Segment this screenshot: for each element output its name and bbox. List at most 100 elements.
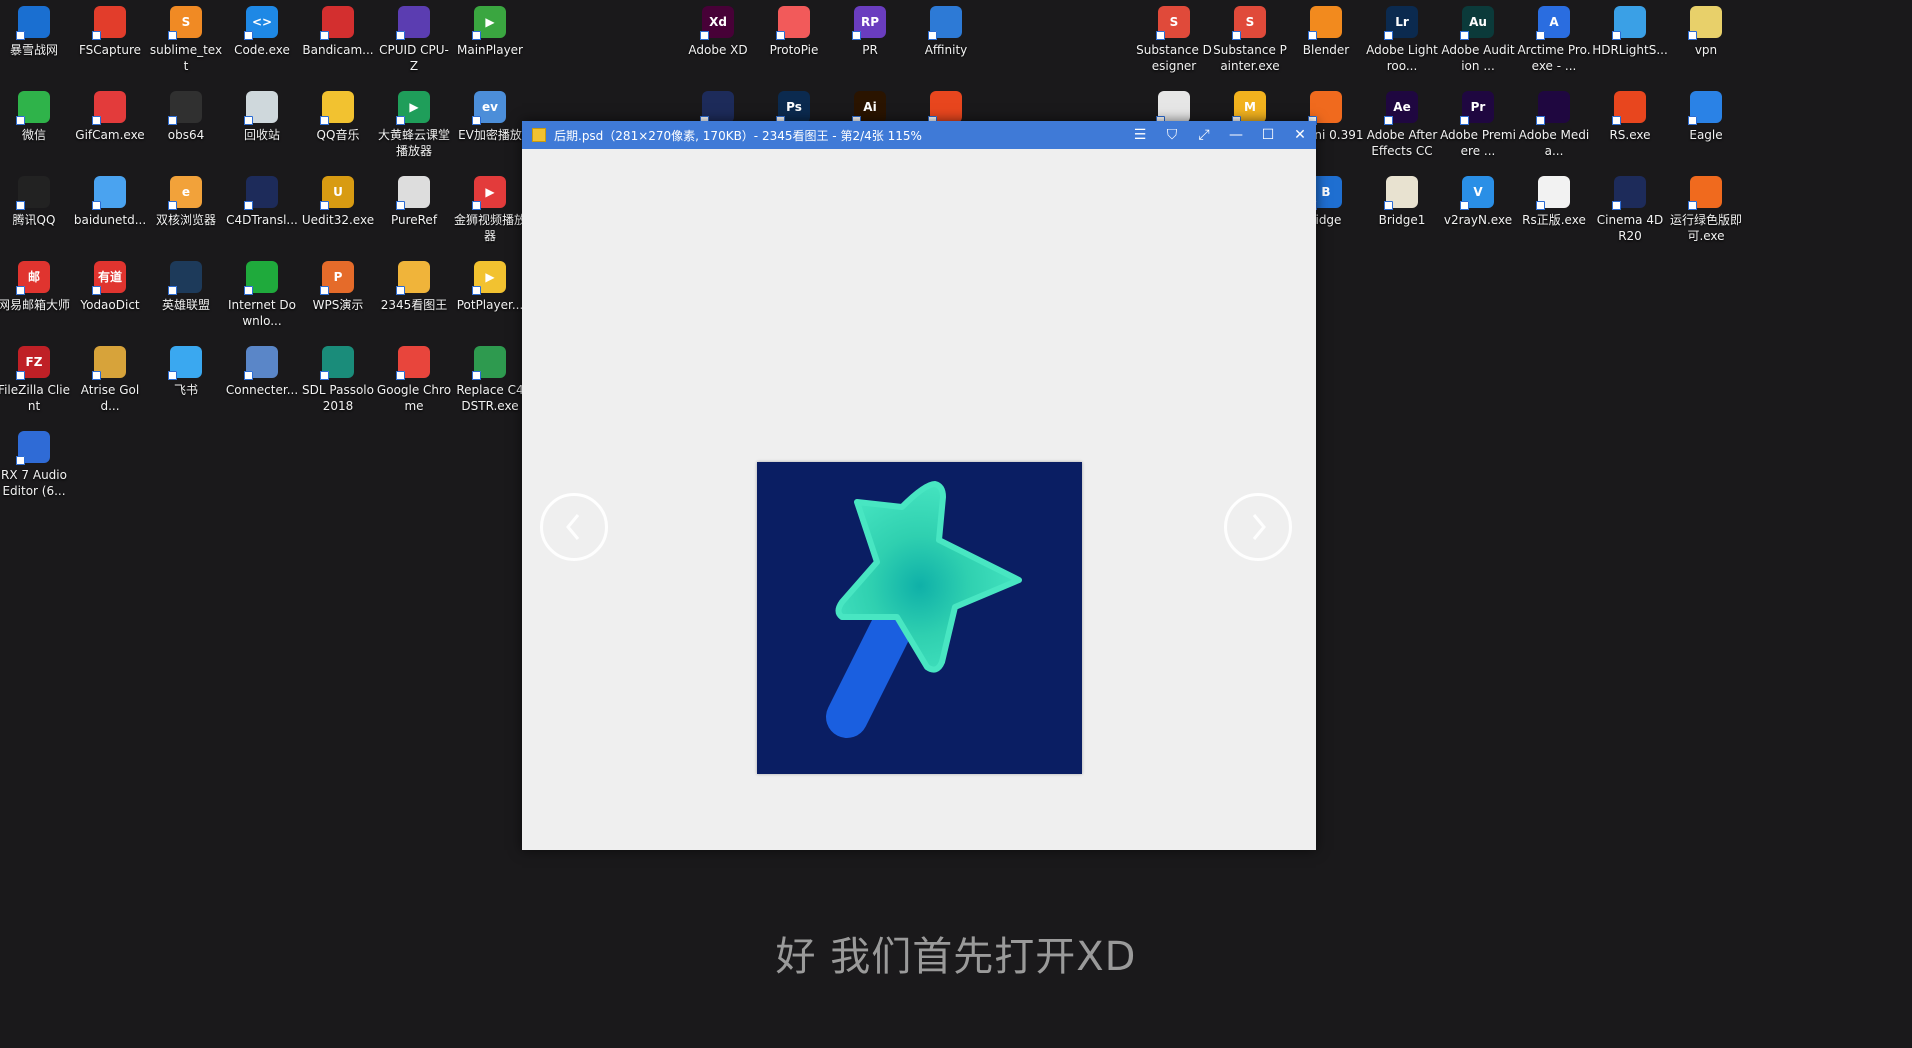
desktop-shortcut-label: 腾讯QQ (12, 213, 56, 227)
illustrator-partial-icon: Ai (852, 91, 886, 125)
bridge-file-icon (1384, 176, 1418, 210)
viewer-app-icon (532, 128, 546, 142)
desktop-shortcut[interactable]: A Arctime Pro.exe - ... (1516, 0, 1592, 74)
desktop-shortcut[interactable]: Cinema 4D R20 (1592, 168, 1668, 244)
desktop-shortcut[interactable]: ▶ MainPlayer (452, 0, 528, 58)
desktop-shortcut[interactable]: obs64 (148, 83, 224, 143)
desktop-shortcut-label: Adobe Lightroo... (1366, 43, 1438, 73)
desktop-shortcut[interactable]: Pr Adobe Premiere ... (1440, 83, 1516, 159)
desktop-shortcut[interactable]: Blender (1288, 0, 1364, 58)
desktop-shortcut[interactable]: e 双核浏览器 (148, 168, 224, 228)
desktop-shortcut[interactable]: 暴雪战网 (0, 0, 72, 58)
desktop-shortcut[interactable]: Atrise Gold... (72, 338, 148, 414)
menu-icon[interactable]: ☰ (1124, 121, 1156, 149)
viewer-titlebar[interactable]: 后期.psd（281×270像素, 170KB）- 2345看图王 - 第2/4… (522, 121, 1316, 149)
desktop-shortcut[interactable]: S Substance Designer (1136, 0, 1212, 74)
desktop-shortcut[interactable]: Bridge1 (1364, 168, 1440, 228)
battlenet-icon (16, 6, 50, 40)
desktop-shortcut-label: Adobe Audition ... (1441, 43, 1515, 73)
desktop-shortcut[interactable]: RS.exe (1592, 83, 1668, 143)
desktop-shortcut[interactable]: baidunetd... (72, 168, 148, 228)
desktop-shortcut[interactable]: 运行绿色版即可.exe (1668, 168, 1744, 244)
desktop-shortcut[interactable]: Au Adobe Audition ... (1440, 0, 1516, 74)
close-button[interactable]: ✕ (1284, 121, 1316, 149)
desktop-shortcut[interactable]: QQ音乐 (300, 83, 376, 143)
desktop-shortcut[interactable]: RP PR (832, 0, 908, 58)
desktop-shortcut[interactable]: Internet Downlo... (224, 253, 300, 329)
arctime-icon: A (1536, 6, 1570, 40)
desktop-shortcut[interactable]: FZ FileZilla Client (0, 338, 72, 414)
desktop-shortcut[interactable]: 微信 (0, 83, 72, 143)
desktop-shortcut-label: FSCapture (78, 43, 142, 57)
desktop-shortcut[interactable]: Eagle (1668, 83, 1744, 143)
desktop-shortcut[interactable]: U Uedit32.exe (300, 168, 376, 228)
desktop-shortcut[interactable]: 飞书 (148, 338, 224, 398)
desktop-shortcut[interactable]: Vv2rayN.exe (1440, 168, 1516, 228)
desktop-shortcut[interactable]: Affinity (908, 0, 984, 58)
desktop-shortcut-label: Blender (1302, 43, 1350, 57)
desktop-shortcut-label: vpn (1694, 43, 1718, 57)
desktop-shortcut-label: Adobe Premiere ... (1440, 128, 1516, 158)
filezilla-icon: FZ (16, 346, 50, 380)
desktop-shortcut-label: 金狮视频播放器 (453, 213, 526, 243)
desktop-shortcut-label: Adobe XD (688, 43, 748, 57)
desktop-shortcut[interactable]: CPUID CPU-Z (376, 0, 452, 74)
desktop-shortcut[interactable]: AeAdobe After Effects CC ... (1364, 83, 1440, 161)
desktop-shortcut-label: Substance Designer (1136, 43, 1212, 73)
desktop-shortcut[interactable]: 邮网易邮箱大师 (0, 253, 72, 313)
desktop-shortcut[interactable]: ▶ 大黄蜂云课堂播放器 (376, 83, 452, 159)
next-image-button[interactable] (1224, 493, 1292, 561)
desktop-shortcut[interactable]: Xd Adobe XD (680, 0, 756, 58)
protopie-icon (776, 6, 810, 40)
desktop-shortcut[interactable]: 英雄联盟 (148, 253, 224, 313)
desktop-shortcut[interactable]: ▶ PotPlayer... (452, 253, 528, 313)
desktop-shortcut[interactable]: Connecter... (224, 338, 300, 398)
desktop-shortcut[interactable]: 有道 YodaoDict (72, 253, 148, 313)
desktop-shortcut-label: RX 7 Audio Editor (6... (1, 468, 67, 498)
desktop-shortcut[interactable]: Lr Adobe Lightroo... (1364, 0, 1440, 74)
desktop-shortcut[interactable]: C4DTransl... (224, 168, 300, 228)
maximize-button[interactable]: ☐ (1252, 121, 1284, 149)
desktop-shortcut[interactable]: Rs正版.exe (1516, 168, 1592, 228)
ev-player-icon: ev (472, 91, 506, 125)
desktop-shortcut[interactable]: 2345看图王 (376, 253, 452, 313)
desktop-shortcut[interactable]: ▶ 金狮视频播放器 (452, 168, 528, 244)
desktop-shortcut[interactable]: Google Chrome (376, 338, 452, 414)
desktop-shortcut[interactable]: 腾讯QQ (0, 168, 72, 228)
desktop-shortcut[interactable]: HDRLightS... (1592, 0, 1668, 58)
desktop-shortcut[interactable]: ProtoPie (756, 0, 832, 58)
uedit-icon: U (320, 176, 354, 210)
desktop-shortcut-label: 双核浏览器 (155, 213, 216, 227)
desktop-shortcut[interactable]: GifCam.exe (72, 83, 148, 143)
desktop-shortcut[interactable]: P WPS演示 (300, 253, 376, 313)
video-subtitle: 好 我们首先打开XD (775, 934, 1137, 980)
desktop-shortcut[interactable]: Replace C4DSTR.exe (452, 338, 528, 414)
desktop-shortcut[interactable]: Bandicam... (300, 0, 376, 58)
desktop-shortcut[interactable]: Adobe Media... (1516, 83, 1592, 159)
psd-image-preview (757, 462, 1082, 774)
skin-icon[interactable]: ⛉ (1156, 121, 1188, 149)
minimize-button[interactable]: — (1220, 121, 1252, 149)
affinity-icon (928, 6, 962, 40)
fullscreen-icon[interactable]: ⤢ (1188, 121, 1220, 149)
desktop-shortcut-label: Bandicam... (302, 43, 374, 57)
desktop-shortcut-label: Arctime Pro.exe - ... (1517, 43, 1591, 73)
desktop-shortcut[interactable]: 回收站 (224, 83, 300, 143)
desktop-shortcut[interactable]: <> Code.exe (224, 0, 300, 58)
desktop-shortcut[interactable]: RX 7 Audio Editor (6... (0, 423, 72, 499)
desktop-shortcut[interactable]: PureRef (376, 168, 452, 228)
desktop-shortcut-label: Code.exe (234, 43, 290, 57)
desktop-shortcut[interactable]: FSCapture (72, 0, 148, 58)
bandicam-icon (320, 6, 354, 40)
desktop-shortcut[interactable]: ev EV加密播放 (452, 83, 528, 143)
desktop-shortcut[interactable]: Ssublime_text (148, 0, 224, 74)
desktop-shortcut-label: CPUID CPU-Z (379, 43, 449, 73)
desktop-shortcut-label: Atrise Gold... (80, 383, 140, 413)
previous-image-button[interactable] (540, 493, 608, 561)
desktop-shortcut[interactable]: SDL Passolo 2018 (300, 338, 376, 414)
desktop-shortcut[interactable]: S Substance Painter.exe (1212, 0, 1288, 74)
viewer-canvas (522, 149, 1316, 850)
desktop-shortcut-label: Bridge1 (1378, 213, 1426, 227)
desktop-shortcut[interactable]: vpn (1668, 0, 1744, 58)
connecter-icon (244, 346, 278, 380)
